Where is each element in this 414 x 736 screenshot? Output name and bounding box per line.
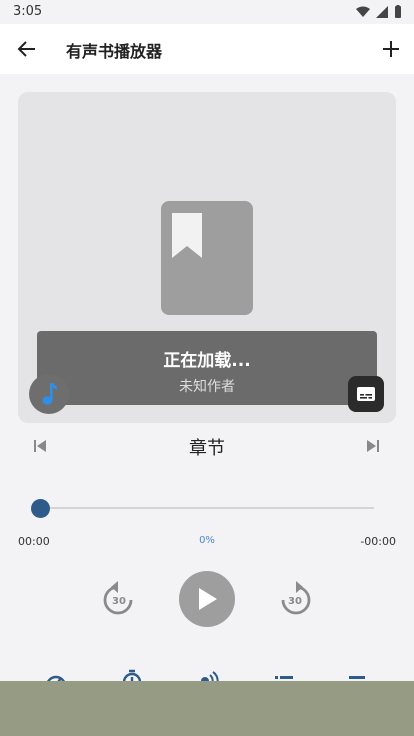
wifi-icon <box>356 6 370 17</box>
play-icon <box>199 588 217 610</box>
replay-30-icon: 30 <box>103 581 133 615</box>
back-button[interactable] <box>14 36 40 62</box>
rewind-button[interactable]: 30 <box>101 578 137 618</box>
status-time: 3:05 <box>13 4 43 19</box>
forward-30-icon: 30 <box>281 581 311 615</box>
play-button[interactable] <box>179 571 235 627</box>
progress-percent: 0% <box>199 535 215 546</box>
seek-bar-track[interactable] <box>40 507 374 509</box>
list-icon[interactable] <box>272 668 296 682</box>
sleep-timer-icon[interactable] <box>120 668 144 682</box>
music-note-icon <box>42 383 57 405</box>
remaining-time: -00:00 <box>360 535 396 548</box>
arrow-left-icon <box>17 41 35 57</box>
page-title: 有声书播放器 <box>66 42 163 61</box>
bottom-toolbar <box>0 666 414 682</box>
chapter-row: 章节 <box>0 430 414 462</box>
forward-button[interactable]: 30 <box>277 578 313 618</box>
next-chapter-button[interactable] <box>363 436 383 456</box>
plus-icon <box>383 41 399 57</box>
audio-icon[interactable] <box>196 668 220 682</box>
speed-icon[interactable] <box>44 668 68 682</box>
book-author: 未知作者 <box>179 379 235 395</box>
book-info-overlay: 正在加载... 未知作者 <box>37 331 377 405</box>
bottom-overlay <box>0 681 414 736</box>
rewind-seconds: 30 <box>112 596 126 607</box>
music-button[interactable] <box>29 374 69 414</box>
cover-card: 正在加载... 未知作者 <box>18 92 396 423</box>
skip-next-icon <box>367 440 379 452</box>
book-cover-placeholder <box>161 201 253 315</box>
bookmark-icon <box>172 213 202 258</box>
subtitles-icon <box>357 387 375 401</box>
chapter-label: 章节 <box>189 438 225 459</box>
app-bar: 有声书播放器 <box>0 24 414 74</box>
forward-seconds: 30 <box>288 596 302 607</box>
book-title: 正在加载... <box>163 351 251 371</box>
seek-bar-thumb[interactable] <box>30 499 50 518</box>
signal-icon <box>376 5 388 18</box>
queue-icon[interactable] <box>346 668 370 682</box>
status-icons <box>356 5 402 18</box>
subtitles-button[interactable] <box>348 376 384 412</box>
status-bar: 3:05 <box>0 0 414 24</box>
battery-icon <box>395 5 401 18</box>
add-button[interactable] <box>378 36 404 62</box>
